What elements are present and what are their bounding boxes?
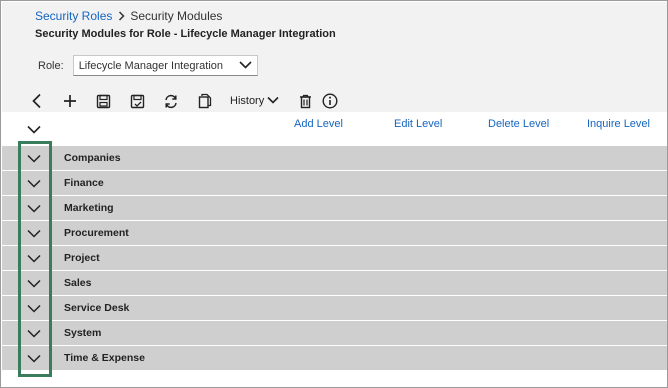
module-row-time-expense[interactable]: Time & Expense <box>2 346 667 371</box>
delete-level-column[interactable]: Delete Level <box>488 118 549 130</box>
module-row-service-desk[interactable]: Service Desk <box>2 296 667 321</box>
copy-icon[interactable] <box>194 90 216 112</box>
back-icon[interactable] <box>26 90 48 112</box>
history-dropdown[interactable]: History <box>230 95 279 107</box>
module-row-procurement[interactable]: Procurement <box>2 221 667 246</box>
expand-chevron-icon[interactable] <box>24 150 44 167</box>
role-label: Role: <box>38 59 64 72</box>
expand-chevron-icon[interactable] <box>24 250 44 267</box>
toolbar: History <box>26 90 341 112</box>
role-select-value: Lifecycle Manager Integration <box>78 59 223 72</box>
edit-level-column[interactable]: Edit Level <box>394 118 442 130</box>
module-label: System <box>64 327 102 339</box>
info-icon[interactable] <box>319 90 341 112</box>
expand-chevron-icon[interactable] <box>24 350 44 367</box>
history-label: History <box>230 95 265 107</box>
module-label: Sales <box>64 277 92 289</box>
chevron-right-icon <box>118 11 125 21</box>
expand-chevron-icon[interactable] <box>24 175 44 192</box>
expand-chevron-icon[interactable] <box>24 275 44 292</box>
module-label: Procurement <box>64 227 129 239</box>
save-and-close-icon[interactable] <box>126 90 148 112</box>
role-select[interactable]: Lifecycle Manager Integration <box>72 55 258 76</box>
app-window: Security Roles Security Modules Security… <box>0 0 668 388</box>
column-header: Add Level Edit Level Delete Level Inquir… <box>2 113 667 146</box>
module-list: Companies Finance Marketing Procurement … <box>2 146 667 371</box>
chevron-down-icon <box>267 95 279 107</box>
module-row-finance[interactable]: Finance <box>2 171 667 196</box>
page-title: Security Modules for Role - Lifecycle Ma… <box>35 28 336 40</box>
module-row-sales[interactable]: Sales <box>2 271 667 296</box>
module-label: Companies <box>64 152 121 164</box>
module-row-marketing[interactable]: Marketing <box>2 196 667 221</box>
save-icon[interactable] <box>92 90 114 112</box>
module-label: Time & Expense <box>64 352 145 364</box>
module-row-companies[interactable]: Companies <box>2 146 667 171</box>
breadcrumb-security-modules: Security Modules <box>130 9 223 23</box>
module-row-system[interactable]: System <box>2 321 667 346</box>
expand-chevron-icon[interactable] <box>24 300 44 317</box>
inquire-level-column[interactable]: Inquire Level <box>587 118 650 130</box>
refresh-icon[interactable] <box>160 90 182 112</box>
role-field: Role: Lifecycle Manager Integration <box>38 55 258 76</box>
breadcrumb: Security Roles Security Modules <box>35 9 222 23</box>
module-label: Marketing <box>64 202 114 214</box>
chevron-down-icon <box>239 60 252 72</box>
add-level-column[interactable]: Add Level <box>294 118 343 130</box>
module-label: Service Desk <box>64 302 130 314</box>
breadcrumb-security-roles[interactable]: Security Roles <box>35 9 112 23</box>
module-label: Finance <box>64 177 104 189</box>
module-row-project[interactable]: Project <box>2 246 667 271</box>
expand-chevron-icon[interactable] <box>24 225 44 242</box>
delete-icon[interactable] <box>294 90 316 112</box>
page-header: Security Roles Security Modules Security… <box>2 2 667 112</box>
collapse-all-chevron-icon[interactable] <box>24 120 44 138</box>
module-label: Project <box>64 252 100 264</box>
expand-chevron-icon[interactable] <box>24 200 44 217</box>
expand-chevron-icon[interactable] <box>24 325 44 342</box>
add-icon[interactable] <box>59 90 81 112</box>
